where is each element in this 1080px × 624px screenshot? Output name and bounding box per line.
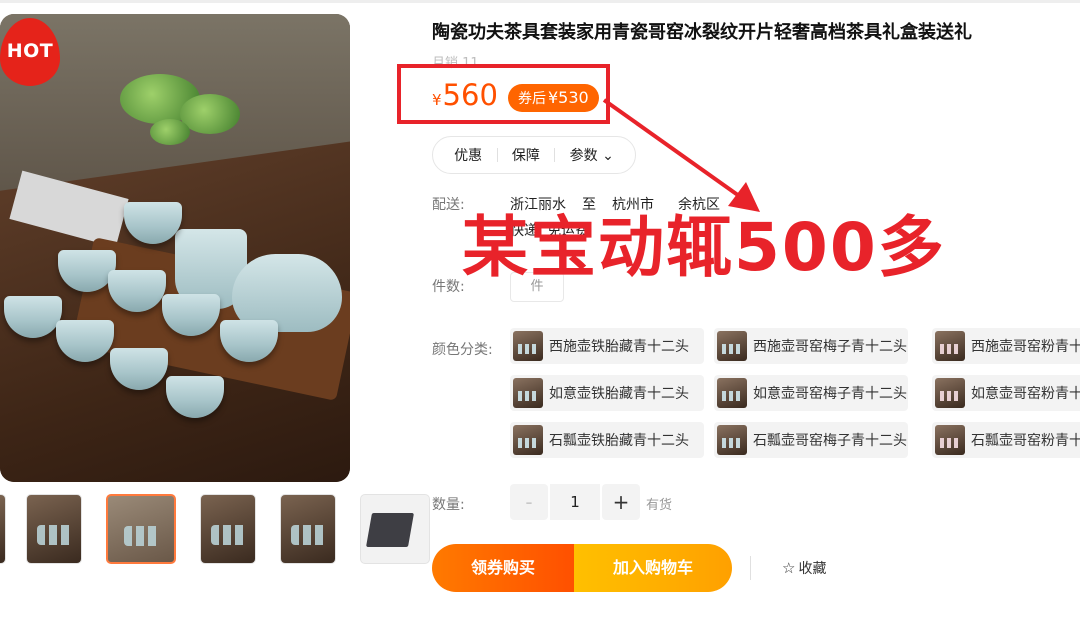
price-value: 560 xyxy=(442,78,498,112)
swatch-image xyxy=(717,331,747,361)
color-option[interactable]: 西施壶铁胎藏青十二头 xyxy=(510,328,704,364)
color-option-label: 西施壶哥窑粉青十 xyxy=(971,339,1080,355)
chevron-down-icon: ⌄ xyxy=(602,148,614,164)
color-option-label: 石瓢壶哥窑粉青十 xyxy=(971,433,1080,449)
thumbnail-selected[interactable] xyxy=(106,494,176,564)
info-tabs: 优惠 保障 参数 ⌄ xyxy=(432,136,636,174)
swatch-image xyxy=(935,425,965,455)
coupon-prefix: 券后 xyxy=(518,91,546,107)
top-divider xyxy=(0,0,1080,3)
color-option[interactable]: 石瓢壶哥窑梅子青十二头 xyxy=(714,422,908,458)
color-option[interactable]: 石瓢壶铁胎藏青十二头 xyxy=(510,422,704,458)
color-option-label: 石瓢壶铁胎藏青十二头 xyxy=(549,433,689,449)
color-option-label: 如意壶哥窑梅子青十二头 xyxy=(753,386,907,402)
quantity-label: 数量: xyxy=(432,497,465,513)
favorite-button[interactable]: ☆ 收藏 xyxy=(782,558,826,578)
coupon-price-badge: 券后 ¥530 xyxy=(508,84,599,112)
thumbnail-strip xyxy=(0,494,454,566)
color-option-label: 如意壶哥窑粉青十 xyxy=(971,386,1080,402)
tab-discount[interactable]: 优惠 xyxy=(454,145,482,165)
product-title: 陶瓷功夫茶具套装家用青瓷哥窑冰裂纹开片轻奢高档茶具礼盒装送礼 xyxy=(432,22,972,43)
thumbnail[interactable] xyxy=(280,494,336,564)
swatch-image xyxy=(717,378,747,408)
overlay-caption: 某宝动辄500多 xyxy=(462,209,946,286)
color-option-label: 如意壶铁胎藏青十二头 xyxy=(549,386,689,402)
color-option[interactable]: 如意壶铁胎藏青十二头 xyxy=(510,375,704,411)
color-label: 颜色分类: xyxy=(432,342,493,358)
color-option-label: 石瓢壶哥窑梅子青十二头 xyxy=(753,433,907,449)
thumbnail-gift-box[interactable] xyxy=(360,494,430,564)
quantity-stepper: - 1 + xyxy=(510,484,640,520)
stock-status: 有货 xyxy=(646,498,673,513)
swatch-image xyxy=(935,331,965,361)
swatch-image xyxy=(935,378,965,408)
coupon-price: ¥530 xyxy=(548,88,589,107)
favorite-label: 收藏 xyxy=(798,561,827,577)
swatch-image xyxy=(717,425,747,455)
color-option[interactable]: 如意壶哥窑粉青十 xyxy=(932,375,1080,411)
increment-button[interactable]: + xyxy=(602,484,640,520)
swatch-image xyxy=(513,378,543,408)
pieces-label: 件数: xyxy=(432,279,465,295)
thumbnail[interactable] xyxy=(0,494,6,564)
color-option-label: 西施壶哥窑梅子青十二头 xyxy=(753,339,907,355)
tab-guarantee[interactable]: 保障 xyxy=(512,145,540,165)
decrement-button[interactable]: - xyxy=(510,484,548,520)
hot-badge-label: HOT xyxy=(6,40,54,62)
tab-params-label: 参数 xyxy=(569,148,598,164)
add-to-cart-button[interactable]: 加入购物车 xyxy=(574,544,732,592)
thumbnail[interactable] xyxy=(26,494,82,564)
color-option-label: 西施壶铁胎藏青十二头 xyxy=(549,339,689,355)
buy-with-coupon-button[interactable]: 领券购买 xyxy=(432,544,574,592)
quantity-input[interactable]: 1 xyxy=(550,484,600,520)
currency-symbol: ¥ xyxy=(432,91,442,109)
thumbnail[interactable] xyxy=(200,494,256,564)
color-option[interactable]: 西施壶哥窑梅子青十二头 xyxy=(714,328,908,364)
swatch-image xyxy=(513,331,543,361)
divider xyxy=(750,556,751,580)
hot-badge: HOT xyxy=(0,18,62,88)
color-option[interactable]: 石瓢壶哥窑粉青十 xyxy=(932,422,1080,458)
price: ¥ 560 xyxy=(432,78,498,112)
swatch-image xyxy=(513,425,543,455)
color-option[interactable]: 如意壶哥窑梅子青十二头 xyxy=(714,375,908,411)
tab-params[interactable]: 参数 ⌄ xyxy=(570,145,614,165)
star-icon: ☆ xyxy=(782,559,796,577)
shipping-label: 配送: xyxy=(432,197,465,213)
color-option[interactable]: 西施壶哥窑粉青十 xyxy=(932,328,1080,364)
